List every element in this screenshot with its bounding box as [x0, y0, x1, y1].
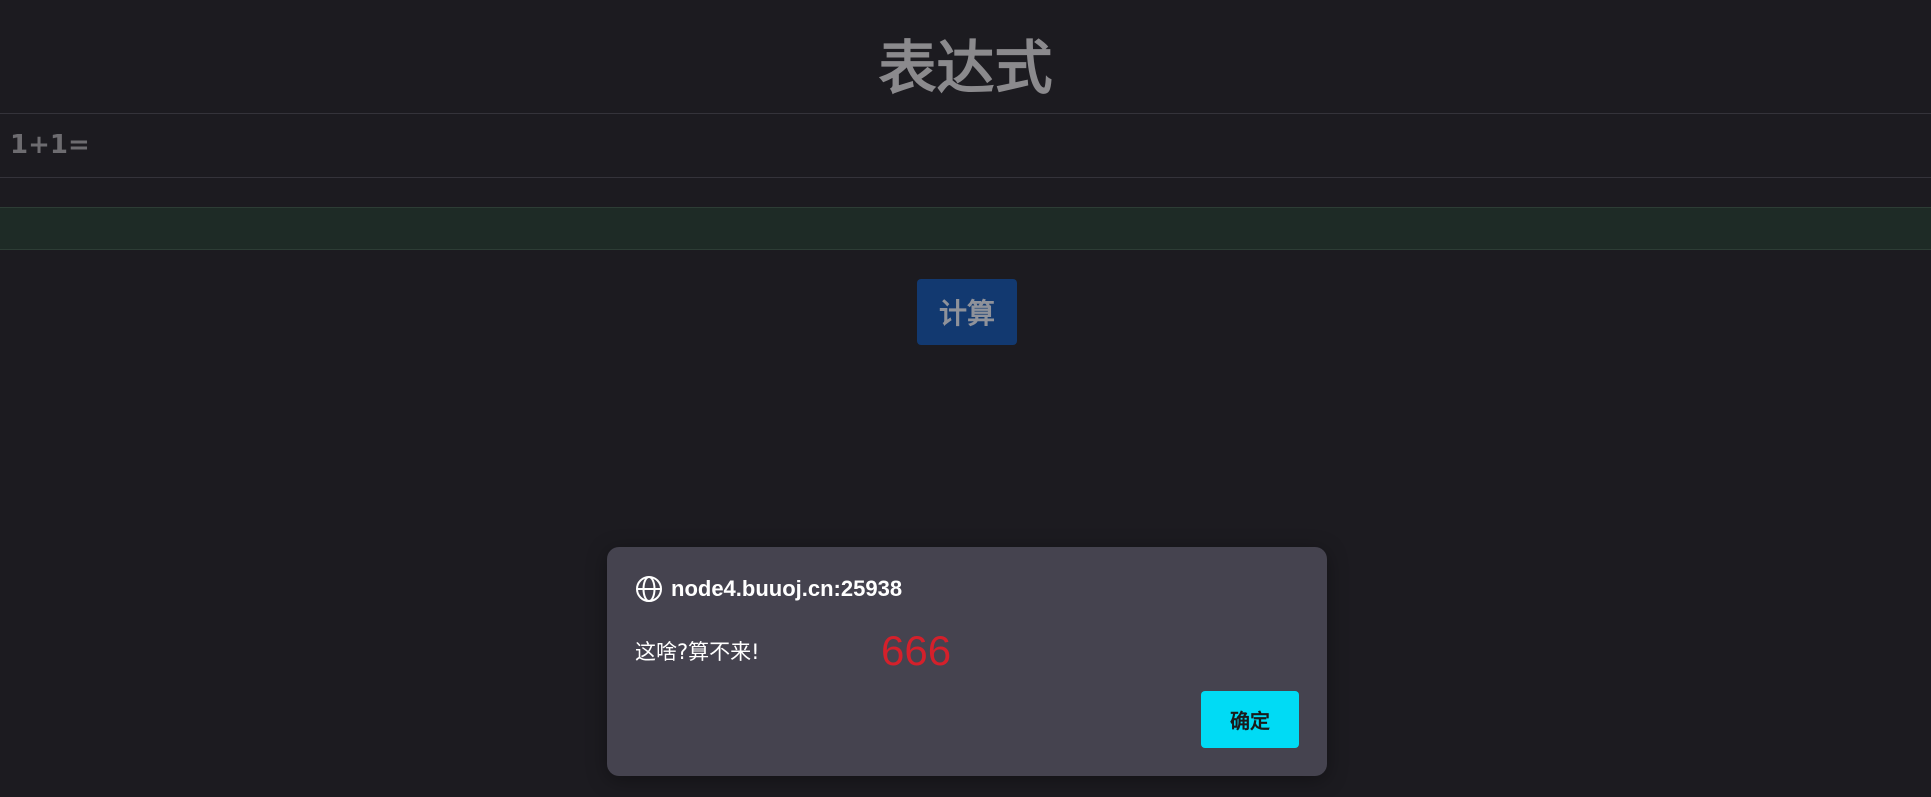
- expression-row: 1+1=: [0, 114, 1931, 177]
- divider: [0, 177, 1931, 178]
- alert-message: 这啥?算不来!: [635, 640, 760, 664]
- page-title: 表达式: [878, 34, 1053, 102]
- calculate-button[interactable]: 计算: [917, 279, 1017, 345]
- page: 表达式 1+1= 计算 node4.buuoj.cn:25938 这啥?算不来!…: [0, 0, 1931, 797]
- alert-dialog: node4.buuoj.cn:25938 这啥?算不来! 666 确定: [607, 547, 1327, 776]
- expression-label: 1+1=: [10, 130, 90, 160]
- alert-header: node4.buuoj.cn:25938: [635, 573, 902, 605]
- answer-input[interactable]: [0, 207, 1931, 250]
- alert-extra-text: 666: [881, 627, 952, 674]
- alert-origin: node4.buuoj.cn:25938: [671, 576, 903, 601]
- globe-icon: [636, 576, 662, 602]
- ok-button[interactable]: 确定: [1201, 691, 1299, 748]
